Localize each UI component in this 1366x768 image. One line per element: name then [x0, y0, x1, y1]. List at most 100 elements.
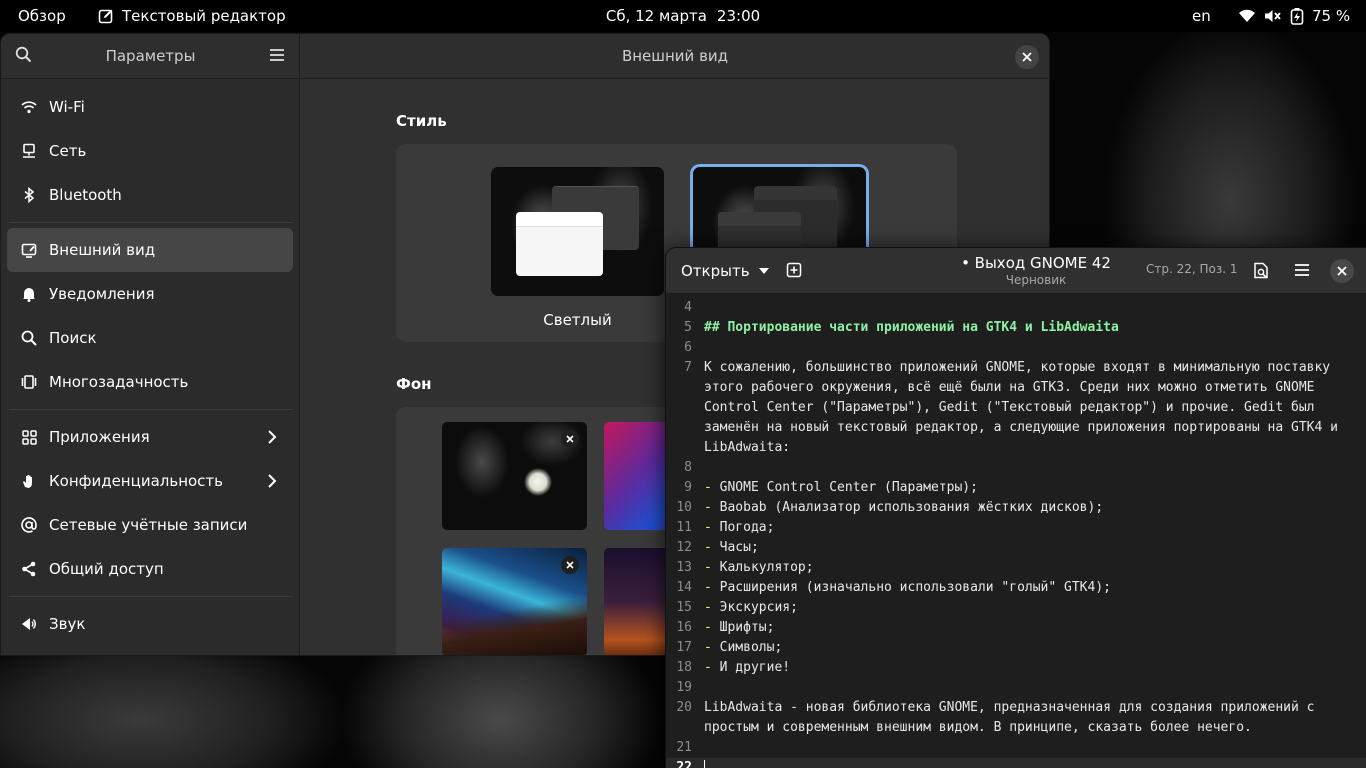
- line-text: - GNOME Control Center (Параметры);: [704, 478, 978, 498]
- sidebar-item-label: Многозадачность: [49, 373, 189, 391]
- list-bullet: -: [704, 480, 712, 495]
- settings-sidebar: Параметры Wi-Fi Сеть Bluetooth Внешний в…: [1, 34, 300, 655]
- list-bullet: -: [704, 540, 712, 555]
- line-content: Символы;: [711, 640, 783, 655]
- line-number: 16: [676, 620, 692, 635]
- line-content: Калькулятор;: [711, 560, 814, 575]
- line-text: заменён на новый текстовый редактор, а с…: [704, 418, 1338, 438]
- search-button[interactable]: [15, 46, 32, 67]
- sidebar-item-label: Поиск: [49, 329, 97, 347]
- line-number: 5: [684, 320, 692, 335]
- line-number: 4: [684, 300, 692, 315]
- volume-muted-icon: [1264, 8, 1282, 24]
- line-text: - Шрифты;: [704, 618, 774, 638]
- clock-time: 23:00: [716, 7, 761, 25]
- line-content: GNOME Control Center (Параметры);: [711, 480, 978, 495]
- sidebar-item-multitasking[interactable]: Многозадачность: [7, 360, 293, 404]
- line-content: Control Center ("Параметры"), Gedit ("Те…: [704, 400, 1315, 415]
- line-number: 6: [684, 340, 692, 355]
- search-icon: [15, 46, 32, 62]
- close-icon: [566, 561, 574, 569]
- hamburger-icon: [1295, 264, 1309, 276]
- sidebar-item-search[interactable]: Поиск: [7, 316, 293, 360]
- document-title-area: • Выход GNOME 42 Черновик: [906, 254, 1166, 287]
- text-line: Control Center ("Параметры"), Gedit ("Те…: [666, 398, 1366, 418]
- panel-header: Внешний вид: [301, 34, 1049, 79]
- line-number: 13: [676, 560, 692, 575]
- remove-wallpaper-button[interactable]: [561, 430, 579, 448]
- line-content: Baobab (Анализатор использования жёстких…: [711, 500, 1104, 515]
- app-menu-button[interactable]: Текстовый редактор: [98, 0, 286, 32]
- sidebar-item-label: Конфиденциальность: [49, 472, 224, 490]
- sidebar-item-label: Общий доступ: [49, 560, 164, 578]
- sidebar-item-wifi[interactable]: Wi-Fi: [7, 85, 293, 129]
- sidebar-item-online-accounts[interactable]: Сетевые учётные записи: [7, 503, 293, 547]
- line-number: 19: [676, 680, 692, 695]
- close-button[interactable]: [1330, 259, 1354, 283]
- line-number: 8: [684, 460, 692, 475]
- document-subtitle: Черновик: [1005, 273, 1067, 287]
- save-button[interactable]: [1253, 262, 1269, 283]
- close-button[interactable]: [1015, 45, 1039, 69]
- system-status-menu[interactable]: 75 %: [1238, 0, 1350, 32]
- text-cursor: [704, 760, 705, 768]
- clock-date: Сб, 12 марта: [605, 7, 707, 25]
- open-button[interactable]: Открыть: [681, 248, 770, 294]
- line-text: LibAdwaita - новая библиотека GNOME, пре…: [704, 698, 1314, 718]
- list-bullet: -: [704, 620, 712, 635]
- text-line: 14- Расширения (изначально использовали …: [666, 578, 1366, 598]
- new-tab-button[interactable]: [786, 262, 802, 282]
- activities-button[interactable]: Обзор: [18, 0, 66, 32]
- background-section-title: Фон: [396, 375, 432, 393]
- sidebar-item-sharing[interactable]: Общий доступ: [7, 547, 293, 591]
- current-line: 22: [666, 758, 1366, 768]
- line-number: 15: [676, 600, 692, 615]
- list-bullet: -: [704, 560, 712, 575]
- line-text: - Погода;: [704, 518, 774, 538]
- app-name-label: Текстовый редактор: [122, 7, 286, 25]
- chevron-down-icon: [758, 268, 769, 274]
- text-line: 19: [666, 678, 1366, 698]
- line-number: 11: [676, 520, 692, 535]
- text-line: 9- GNOME Control Center (Параметры);: [666, 478, 1366, 498]
- remove-wallpaper-button[interactable]: [561, 556, 579, 574]
- line-content: ## Портирование части приложений на GTK4…: [704, 320, 1119, 335]
- close-icon: [1022, 52, 1032, 62]
- sidebar-item-bluetooth[interactable]: Bluetooth: [7, 173, 293, 217]
- line-content: Часы;: [711, 540, 759, 555]
- sidebar-item-sound[interactable]: Звук: [7, 602, 293, 646]
- sidebar-item-appearance[interactable]: Внешний вид: [7, 228, 293, 272]
- sidebar-item-label: Приложения: [49, 428, 150, 446]
- line-number: 14: [676, 580, 692, 595]
- text-line: 11 - Погода;: [666, 518, 1366, 538]
- wallpaper-thumbnail[interactable]: [442, 422, 587, 530]
- text-line: 6: [666, 338, 1366, 358]
- sidebar-item-privacy[interactable]: Конфиденциальность: [7, 459, 293, 503]
- line-number: 9: [684, 480, 692, 495]
- document-title: • Выход GNOME 42: [961, 254, 1111, 272]
- sidebar-item-notifications[interactable]: Уведомления: [7, 272, 293, 316]
- line-content: LibAdwaita:: [704, 440, 791, 455]
- sidebar-item-network[interactable]: Сеть: [7, 129, 293, 173]
- wallpaper-thumbnail[interactable]: [442, 548, 587, 655]
- main-menu-button[interactable]: [1294, 262, 1310, 281]
- editor-text-area[interactable]: 4 5 ## Портирование части приложений на GT…: [666, 294, 1366, 768]
- line-text: ## Портирование части приложений на GTK4…: [704, 318, 1119, 338]
- keyboard-layout-indicator[interactable]: en: [1192, 0, 1211, 32]
- sidebar-separator: [9, 596, 293, 597]
- sidebar-list: Wi-Fi Сеть Bluetooth Внешний вид Уведомл…: [1, 79, 299, 646]
- line-number: 7: [684, 360, 692, 375]
- sidebar-item-label: Bluetooth: [49, 186, 122, 204]
- line-number: 22: [676, 760, 692, 768]
- preview-window-front: [516, 212, 603, 276]
- style-light-option[interactable]: [491, 167, 664, 296]
- text-line: 13- Калькулятор;: [666, 558, 1366, 578]
- cursor-position-button[interactable]: Стр. 22, Поз. 1: [1146, 262, 1238, 276]
- list-bullet: -: [704, 500, 712, 515]
- main-menu-button[interactable]: [269, 47, 285, 66]
- battery-percentage: 75 %: [1312, 7, 1351, 25]
- chevron-right-icon: [268, 430, 277, 444]
- sidebar-item-apps[interactable]: Приложения: [7, 415, 293, 459]
- hand-icon: [21, 473, 37, 489]
- language-label: en: [1192, 7, 1211, 25]
